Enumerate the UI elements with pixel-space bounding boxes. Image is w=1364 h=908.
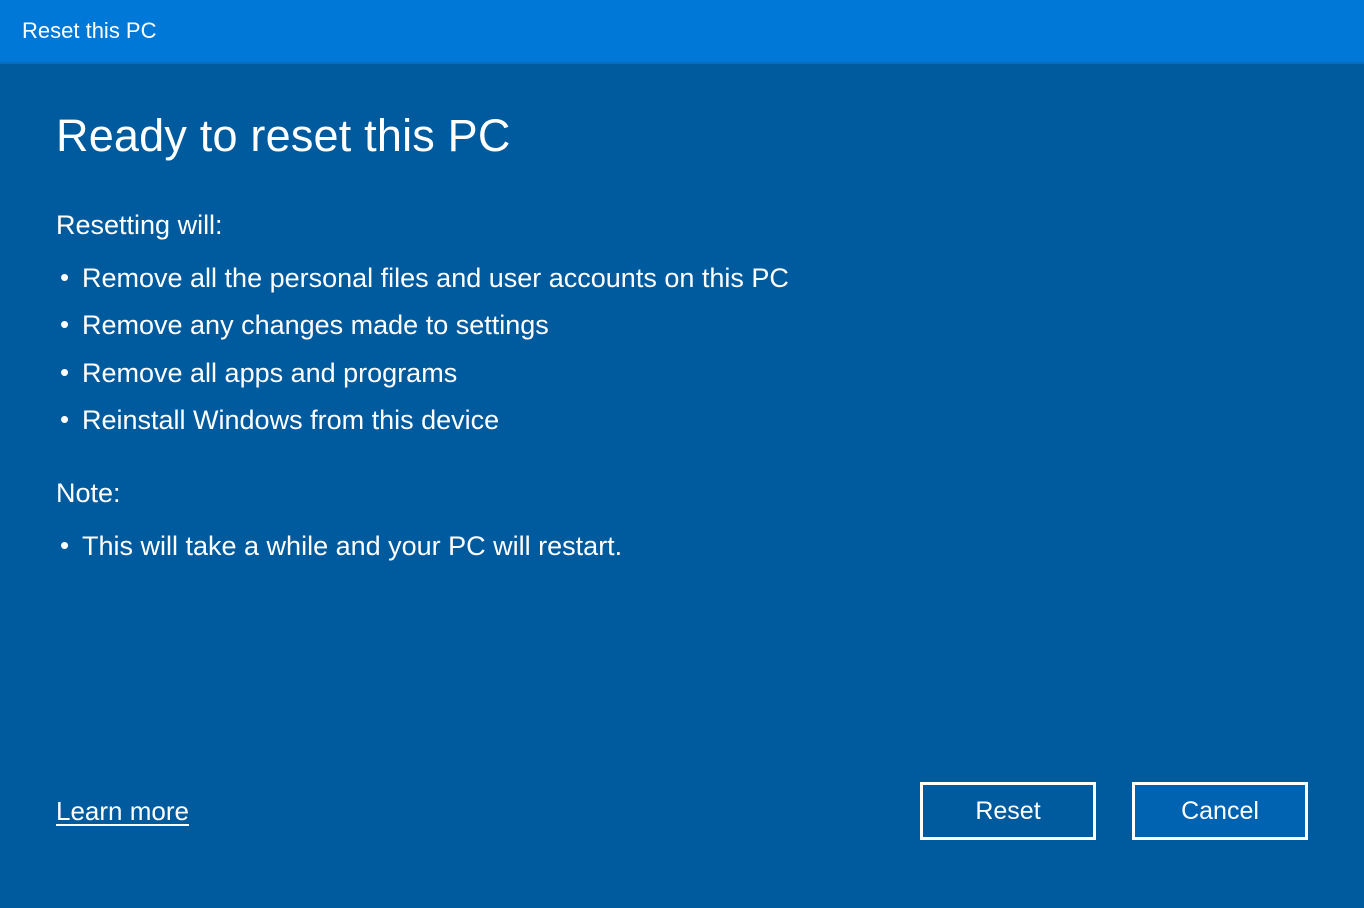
reset-button[interactable]: Reset: [920, 782, 1096, 840]
learn-more-link[interactable]: Learn more: [56, 796, 189, 827]
titlebar-title: Reset this PC: [22, 18, 157, 44]
resetting-list: Remove all the personal files and user a…: [56, 255, 1308, 444]
note-label: Note:: [56, 478, 1308, 509]
dialog-buttons: Reset Cancel: [920, 782, 1308, 840]
list-item: Remove all the personal files and user a…: [56, 255, 1308, 302]
list-item: Remove any changes made to settings: [56, 302, 1308, 349]
note-list: This will take a while and your PC will …: [56, 523, 1308, 570]
reset-pc-dialog: Reset this PC Ready to reset this PC Res…: [0, 0, 1364, 908]
dialog-footer: Learn more Reset Cancel: [56, 782, 1308, 880]
list-item: Reinstall Windows from this device: [56, 397, 1308, 444]
resetting-label: Resetting will:: [56, 210, 1308, 241]
titlebar: Reset this PC: [0, 0, 1364, 64]
cancel-button[interactable]: Cancel: [1132, 782, 1308, 840]
page-heading: Ready to reset this PC: [56, 110, 1308, 162]
list-item: Remove all apps and programs: [56, 350, 1308, 397]
list-item: This will take a while and your PC will …: [56, 523, 1308, 570]
dialog-content: Ready to reset this PC Resetting will: R…: [0, 64, 1364, 908]
